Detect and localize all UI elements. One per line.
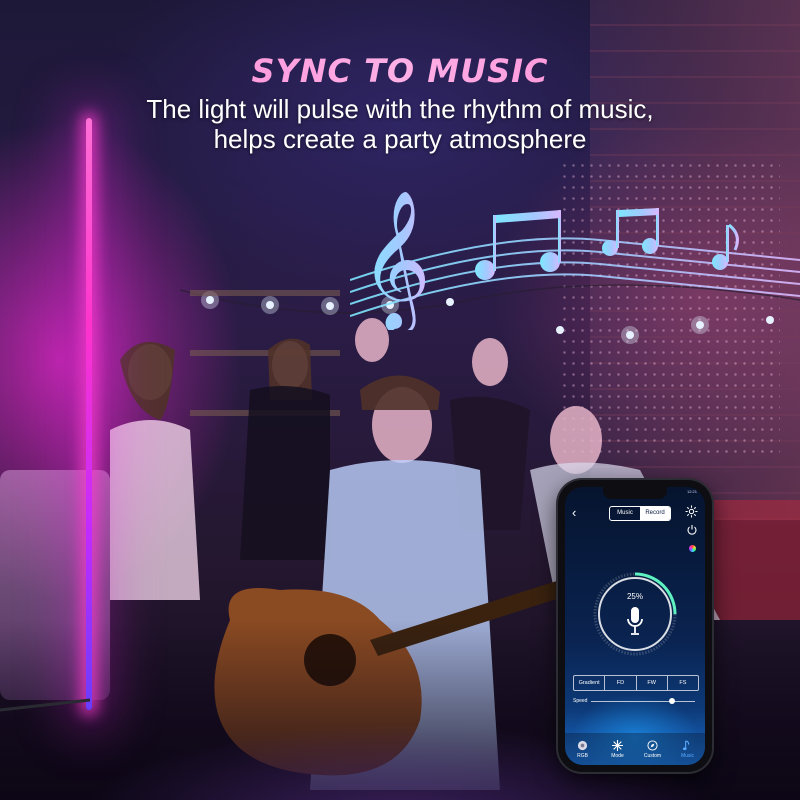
tab-music[interactable]: Music bbox=[670, 733, 705, 765]
segment-music[interactable]: Music bbox=[610, 507, 640, 520]
mode-gradient-button[interactable]: Gradient bbox=[574, 676, 606, 690]
headline: SYNC TO MUSIC bbox=[0, 52, 800, 90]
tab-music-label: Music bbox=[680, 753, 695, 759]
phone-notch bbox=[603, 487, 667, 499]
subtitle-line-2: helps create a party atmosphere bbox=[213, 124, 587, 154]
back-chevron-icon[interactable]: ‹ bbox=[572, 506, 576, 519]
microphone-icon[interactable] bbox=[625, 605, 645, 637]
smartphone: 12:21 ‹ Music Record 25% Gradient FD FW … bbox=[558, 480, 712, 772]
tab-rgb[interactable]: RGB bbox=[565, 733, 600, 765]
app-screen: 12:21 ‹ Music Record 25% Gradient FD FW … bbox=[565, 487, 705, 765]
music-record-segmented-control[interactable]: Music Record bbox=[609, 506, 671, 521]
mode-fw-button[interactable]: FW bbox=[637, 676, 668, 690]
speed-label: Speed bbox=[573, 698, 588, 704]
tab-mode[interactable]: Mode bbox=[600, 733, 635, 765]
color-wheel-icon bbox=[577, 740, 588, 751]
subtitle-line-1: The light will pulse with the rhythm of … bbox=[146, 94, 654, 124]
snowflake-icon bbox=[612, 740, 623, 751]
lamp-base bbox=[0, 698, 91, 712]
compass-icon bbox=[647, 740, 658, 751]
power-icon[interactable] bbox=[686, 524, 698, 536]
color-dot-icon[interactable] bbox=[689, 545, 696, 552]
level-percent: 25% bbox=[626, 592, 643, 601]
tab-mode-label: Mode bbox=[611, 753, 624, 759]
status-time: 12:21 bbox=[686, 489, 697, 494]
tab-rgb-label: RGB bbox=[577, 753, 588, 759]
music-notes-graphic: 𝄞 bbox=[350, 190, 800, 330]
corner-floor-lamp bbox=[86, 118, 92, 710]
svg-text:𝄞: 𝄞 bbox=[360, 190, 431, 330]
mode-fd-button[interactable]: FD bbox=[605, 676, 637, 690]
speed-slider-track[interactable] bbox=[591, 701, 695, 702]
tab-custom-label: Custom bbox=[643, 753, 662, 759]
mode-fs-button[interactable]: FS bbox=[668, 676, 698, 690]
music-note-icon bbox=[682, 740, 690, 751]
segment-record[interactable]: Record bbox=[640, 507, 670, 520]
gear-icon[interactable] bbox=[685, 505, 698, 518]
mode-selector: Gradient FD FW FS bbox=[573, 675, 699, 691]
bottom-tab-bar: RGB Mode Custom Music bbox=[565, 733, 705, 765]
speed-slider-thumb[interactable] bbox=[669, 698, 676, 704]
tab-custom[interactable]: Custom bbox=[635, 733, 670, 765]
